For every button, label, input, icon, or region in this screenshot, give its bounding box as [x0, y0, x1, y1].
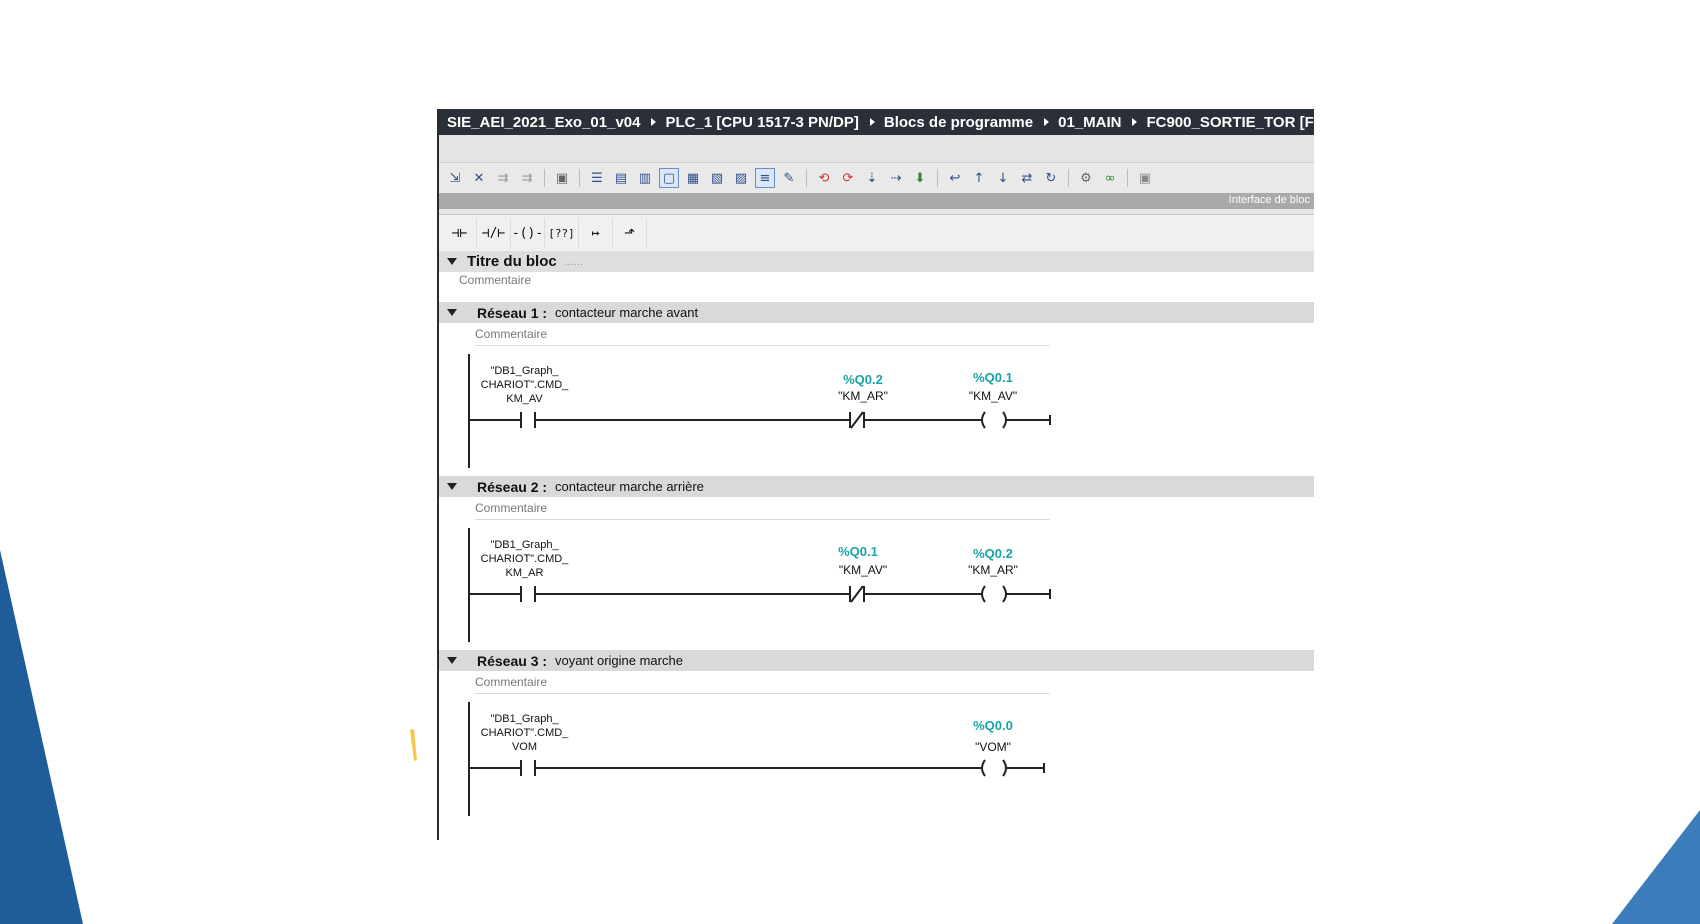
network-title[interactable]: voyant origine marche — [555, 653, 683, 668]
chevron-right-icon — [651, 118, 657, 126]
networks-icon[interactable]: ▦ — [683, 168, 703, 188]
network-comment: Commentaire — [475, 501, 548, 515]
network-title[interactable]: contacteur marche avant — [555, 305, 698, 320]
nc-contact-slash — [850, 585, 864, 603]
coil-right — [1002, 585, 1007, 603]
collapse-triangle-icon[interactable] — [447, 258, 457, 265]
ladder-rung: "DB1_Graph_ CHARIOT".CMD_ KM_AV %Q0.2 "K… — [439, 346, 1314, 476]
coil-left — [981, 585, 986, 603]
go-to-icon[interactable]: ↩ — [945, 168, 965, 188]
network-label: Réseau 1 : — [477, 304, 548, 321]
monitoring-icon[interactable]: ∞ — [1100, 168, 1120, 188]
network-comment-row[interactable]: Commentaire — [475, 671, 1050, 694]
toolbar-separator — [544, 169, 545, 187]
insert-network-icon[interactable]: ⇲ — [445, 168, 465, 188]
network-comment: Commentaire — [475, 327, 548, 341]
breadcrumb: SIE_AEI_2021_Exo_01_v04 PLC_1 [CPU 1517-… — [439, 109, 1314, 135]
favorites-icon[interactable]: ▨ — [731, 168, 751, 188]
coil-left — [981, 759, 986, 777]
toolbar-separator — [937, 169, 938, 187]
expand-icon[interactable]: ▥ — [635, 168, 655, 188]
toolbar-separator — [1127, 169, 1128, 187]
chevron-right-icon — [869, 118, 875, 126]
tia-portal-editor: SIE_AEI_2021_Exo_01_v04 PLC_1 [CPU 1517-… — [437, 109, 1314, 840]
breadcrumb-project[interactable]: SIE_AEI_2021_Exo_01_v04 — [447, 114, 640, 131]
rung-wiring — [469, 585, 1051, 603]
block-title-header[interactable]: Titre du bloc ...... — [439, 251, 1314, 272]
lock-icon[interactable]: ▣ — [1135, 168, 1155, 188]
network-1: Réseau 1 : contacteur marche avant Comme… — [439, 302, 1314, 476]
network-2: Réseau 2 : contacteur marche arrière Com… — [439, 476, 1314, 650]
network-comment-row[interactable]: Commentaire — [475, 497, 1050, 520]
update-icon[interactable]: ↻ — [1041, 168, 1061, 188]
collapse-triangle-icon[interactable] — [447, 483, 457, 490]
clear-icon[interactable]: ⟳ — [838, 168, 858, 188]
step-in-icon[interactable]: ⇣ — [862, 168, 882, 188]
ladder-rung: "DB1_Graph_ CHARIOT".CMD_ VOM %Q0.0 "VOM… — [439, 694, 1314, 824]
network-header[interactable]: Réseau 2 : contacteur marche arrière — [439, 476, 1314, 497]
list-icon[interactable]: ≡ — [755, 168, 775, 188]
open-branch-button[interactable]: ↦ — [579, 218, 613, 248]
breadcrumb-block[interactable]: FC900_SORTIE_TOR [FC900] — [1146, 114, 1314, 131]
right-blue-corner — [1612, 810, 1700, 924]
network-comment-row[interactable]: Commentaire — [475, 323, 1050, 346]
breakpoint-icon[interactable]: ⟲ — [814, 168, 834, 188]
compare-icon[interactable]: ⇄ — [1017, 168, 1037, 188]
network-3: Réseau 3 : voyant origine marche Comment… — [439, 650, 1314, 824]
breadcrumb-blocks[interactable]: Blocs de programme — [884, 114, 1033, 131]
network-title[interactable]: contacteur marche arrière — [555, 479, 704, 494]
coil-left — [981, 411, 986, 429]
step-over-icon[interactable]: ⇢ — [886, 168, 906, 188]
ladder-rung: "DB1_Graph_ CHARIOT".CMD_ KM_AR %Q0.1 "K… — [439, 520, 1314, 650]
block-title-placeholder: ...... — [564, 255, 584, 268]
close-branch-button[interactable]: ⬏ — [613, 218, 647, 248]
rung-wiring — [469, 411, 1051, 429]
rung-wiring — [469, 759, 1045, 777]
toolbar-separator — [1068, 169, 1069, 187]
empty-box-button[interactable]: [??] — [545, 218, 579, 248]
network-label: Réseau 3 : — [477, 652, 548, 669]
ladder-toolbar: ⊣⊢ ⊣/⊢ -()- [??] ↦ ⬏ — [439, 215, 1314, 251]
previous-error-icon[interactable]: ↑ — [969, 168, 989, 188]
nc-contact-button[interactable]: ⊣/⊢ — [477, 218, 511, 248]
nc-contact-slash — [850, 411, 864, 429]
block-title: Titre du bloc — [467, 253, 557, 270]
add-row-icon[interactable]: ⇉ — [517, 168, 537, 188]
network-label: Réseau 2 : — [477, 478, 548, 495]
view-icon[interactable]: ✎ — [779, 168, 799, 188]
interface-label: Interface de bloc — [1228, 194, 1310, 206]
collapse-triangle-icon[interactable] — [447, 657, 457, 664]
block-comment-row[interactable]: Commentaire — [439, 272, 1314, 302]
coil-right — [1002, 411, 1007, 429]
yellow-mark — [410, 729, 417, 761]
network-comment: Commentaire — [475, 675, 548, 689]
absolute-icon[interactable]: ▧ — [707, 168, 727, 188]
coil-button[interactable]: -()- — [511, 218, 545, 248]
interface-bar[interactable]: Interface de bloc — [439, 193, 1314, 209]
coil-right — [1002, 759, 1007, 777]
delete-network-icon[interactable]: ✕ — [469, 168, 489, 188]
toolbar-separator — [806, 169, 807, 187]
block-comment: Commentaire — [459, 273, 532, 287]
editor-toolbar: ⇲ ✕ ⇉ ⇉ ▣ ☰ ▤ ▥ ▢ ▦ ▧ ▨ ≡ ✎ ⟲ ⟳ ⇣ ⇢ ⬇ ↩ … — [439, 163, 1314, 193]
header-spacer — [439, 135, 1314, 163]
disable-icon[interactable]: ▣ — [552, 168, 572, 188]
comments-icon[interactable]: ▢ — [659, 168, 679, 188]
breadcrumb-folder[interactable]: 01_MAIN — [1058, 114, 1121, 131]
collapse-triangle-icon[interactable] — [447, 309, 457, 316]
download-icon[interactable]: ⬇ — [910, 168, 930, 188]
collapse-icon[interactable]: ▤ — [611, 168, 631, 188]
toolbar-separator — [579, 169, 580, 187]
chevron-right-icon — [1132, 118, 1138, 126]
next-error-icon[interactable]: ↓ — [993, 168, 1013, 188]
monitor-icon[interactable]: ⚙ — [1076, 168, 1096, 188]
outline-icon[interactable]: ☰ — [587, 168, 607, 188]
chevron-right-icon — [1044, 118, 1050, 126]
left-blue-corner — [0, 550, 83, 924]
network-header[interactable]: Réseau 1 : contacteur marche avant — [439, 302, 1314, 323]
insert-row-icon[interactable]: ⇉ — [493, 168, 513, 188]
breadcrumb-plc[interactable]: PLC_1 [CPU 1517-3 PN/DP] — [665, 114, 858, 131]
no-contact-button[interactable]: ⊣⊢ — [443, 218, 477, 248]
network-header[interactable]: Réseau 3 : voyant origine marche — [439, 650, 1314, 671]
